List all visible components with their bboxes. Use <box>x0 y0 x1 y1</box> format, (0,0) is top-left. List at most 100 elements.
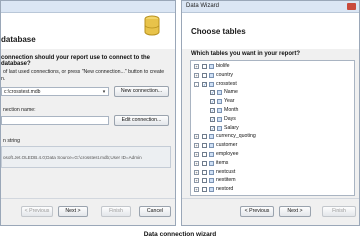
checkbox[interactable] <box>202 187 207 193</box>
expand-icon[interactable]: + <box>194 160 199 166</box>
tree-item[interactable]: ✓ Days <box>202 116 344 123</box>
checkbox[interactable]: ✓ <box>210 116 215 122</box>
finish-button[interactable]: Finish <box>101 206 131 217</box>
question-text: Which tables you want in your report? <box>191 51 301 57</box>
connection-value: c:\crosstest.mdb <box>4 89 41 95</box>
chevron-down-icon[interactable]: ▾ <box>101 89 107 95</box>
tree-item[interactable]: + biolife <box>194 63 344 70</box>
tree-item-label: currency_quoting <box>216 133 256 140</box>
page-title: database <box>1 35 36 44</box>
connection-name-label: nection name: <box>3 107 36 113</box>
tree-item[interactable]: + nextcust <box>194 169 344 176</box>
tree-item-label: items <box>216 159 229 166</box>
tree-item[interactable]: + nextord <box>194 186 344 193</box>
tree-item[interactable]: + nextitem <box>194 177 344 184</box>
checkbox[interactable]: ✓ <box>210 90 215 96</box>
tree-item[interactable]: + employee <box>194 151 344 158</box>
tree-item-label: Name <box>224 89 238 96</box>
tree-item-label: nextitem <box>216 177 236 184</box>
close-icon[interactable] <box>347 3 356 10</box>
field-icon <box>217 99 222 105</box>
tree-item-label: customer <box>216 142 238 149</box>
checkbox[interactable] <box>202 152 207 157</box>
checkbox[interactable] <box>202 169 207 175</box>
tree-item-label: nextcust <box>216 168 236 175</box>
expand-icon[interactable]: + <box>194 187 199 193</box>
table-icon <box>209 160 214 166</box>
next-button[interactable]: Next > <box>279 206 311 217</box>
database-icon <box>144 15 160 36</box>
dialog-footer: < Previous Next > Finish <box>182 198 359 225</box>
connection-string-label: n string <box>3 138 21 144</box>
tree-item[interactable]: ✓ Salary <box>202 125 344 132</box>
new-connection-button[interactable]: New connection... <box>114 86 169 97</box>
checkbox[interactable] <box>202 178 207 184</box>
previous-button[interactable]: < Previous <box>21 206 53 217</box>
connection-select[interactable]: c:\crosstest.mdb ▾ <box>1 87 109 96</box>
checkbox[interactable] <box>202 160 207 166</box>
connection-name-input[interactable] <box>1 116 109 125</box>
cancel-button[interactable]: Cancel <box>139 206 171 217</box>
titlebar <box>1 1 175 13</box>
tree-item[interactable]: + customer <box>194 142 344 149</box>
collapse-icon[interactable]: - <box>194 81 199 87</box>
table-icon <box>209 64 214 69</box>
finish-button[interactable]: Finish <box>322 206 356 217</box>
connection-string-box: osoft.Jet.OLEDB.4.0;Data Source=G:\cross… <box>1 146 171 168</box>
table-icon <box>209 134 214 140</box>
tree-item-label: biolife <box>216 63 230 69</box>
titlebar: Data Wizard <box>182 1 359 13</box>
expand-icon[interactable]: + <box>194 134 199 140</box>
table-icon <box>209 169 214 175</box>
field-icon <box>217 108 222 113</box>
table-icon <box>209 81 214 87</box>
tree-item-label: Salary <box>224 124 239 131</box>
checkbox[interactable] <box>202 64 207 69</box>
tables-tree[interactable]: + biolife + country - ✓ crosstest ✓ Name ✓ Year ✓ Mo… <box>190 60 355 196</box>
expand-icon[interactable]: + <box>194 152 199 157</box>
tree-item-label: crosstest <box>216 80 237 87</box>
tree-item[interactable]: + items <box>194 160 344 167</box>
checkbox[interactable] <box>202 134 207 140</box>
connection-dialog: database connection should your report u… <box>0 0 176 226</box>
connection-string-value: osoft.Jet.OLEDB.4.0;Data Source=G:\cross… <box>3 155 142 160</box>
tree-item-label: Month <box>224 107 239 113</box>
tree-item[interactable]: + currency_quoting <box>194 133 344 140</box>
data-wizard-dialog: Data Wizard Choose tables Which tables y… <box>181 0 360 226</box>
tree-item-label: employee <box>216 151 239 157</box>
checkbox[interactable]: ✓ <box>210 108 215 113</box>
tree-item[interactable]: - ✓ crosstest <box>194 81 344 88</box>
checkbox[interactable]: ✓ <box>202 81 207 87</box>
tree-item-label: country <box>216 71 234 78</box>
checkbox[interactable] <box>202 143 207 149</box>
table-icon <box>209 72 214 78</box>
expand-icon[interactable]: + <box>194 169 199 175</box>
tree-item[interactable]: ✓ Name <box>202 89 344 96</box>
field-icon <box>217 125 222 131</box>
tree-item[interactable]: + country <box>194 72 344 79</box>
expand-icon[interactable]: + <box>194 72 199 78</box>
dialog-footer: < Previous Next > Finish Cancel <box>1 198 175 225</box>
expand-icon[interactable]: + <box>194 143 199 149</box>
dialog-header: database <box>1 13 175 50</box>
page-title: Choose tables <box>191 27 246 36</box>
field-icon <box>217 90 222 96</box>
tree-item-label: Year <box>224 98 235 105</box>
tree-item[interactable]: ✓ Year <box>202 98 344 105</box>
caption: Data connection wizard <box>143 231 217 238</box>
checkbox[interactable]: ✓ <box>210 125 215 131</box>
hint-text: of last used connections, or press "New … <box>3 69 165 75</box>
expand-icon[interactable]: + <box>194 64 199 69</box>
table-icon <box>209 143 214 149</box>
tree-item[interactable]: ✓ Month <box>202 107 344 114</box>
checkbox[interactable] <box>202 72 207 78</box>
checkbox[interactable]: ✓ <box>210 99 215 105</box>
next-button[interactable]: Next > <box>58 206 88 217</box>
edit-connection-button[interactable]: Edit connection... <box>114 115 169 126</box>
hint-text-cont: n. <box>1 76 6 82</box>
table-icon <box>209 152 214 157</box>
expand-icon[interactable]: + <box>194 178 199 184</box>
previous-button[interactable]: < Previous <box>240 206 274 217</box>
table-icon <box>209 187 214 193</box>
table-icon <box>209 178 214 184</box>
